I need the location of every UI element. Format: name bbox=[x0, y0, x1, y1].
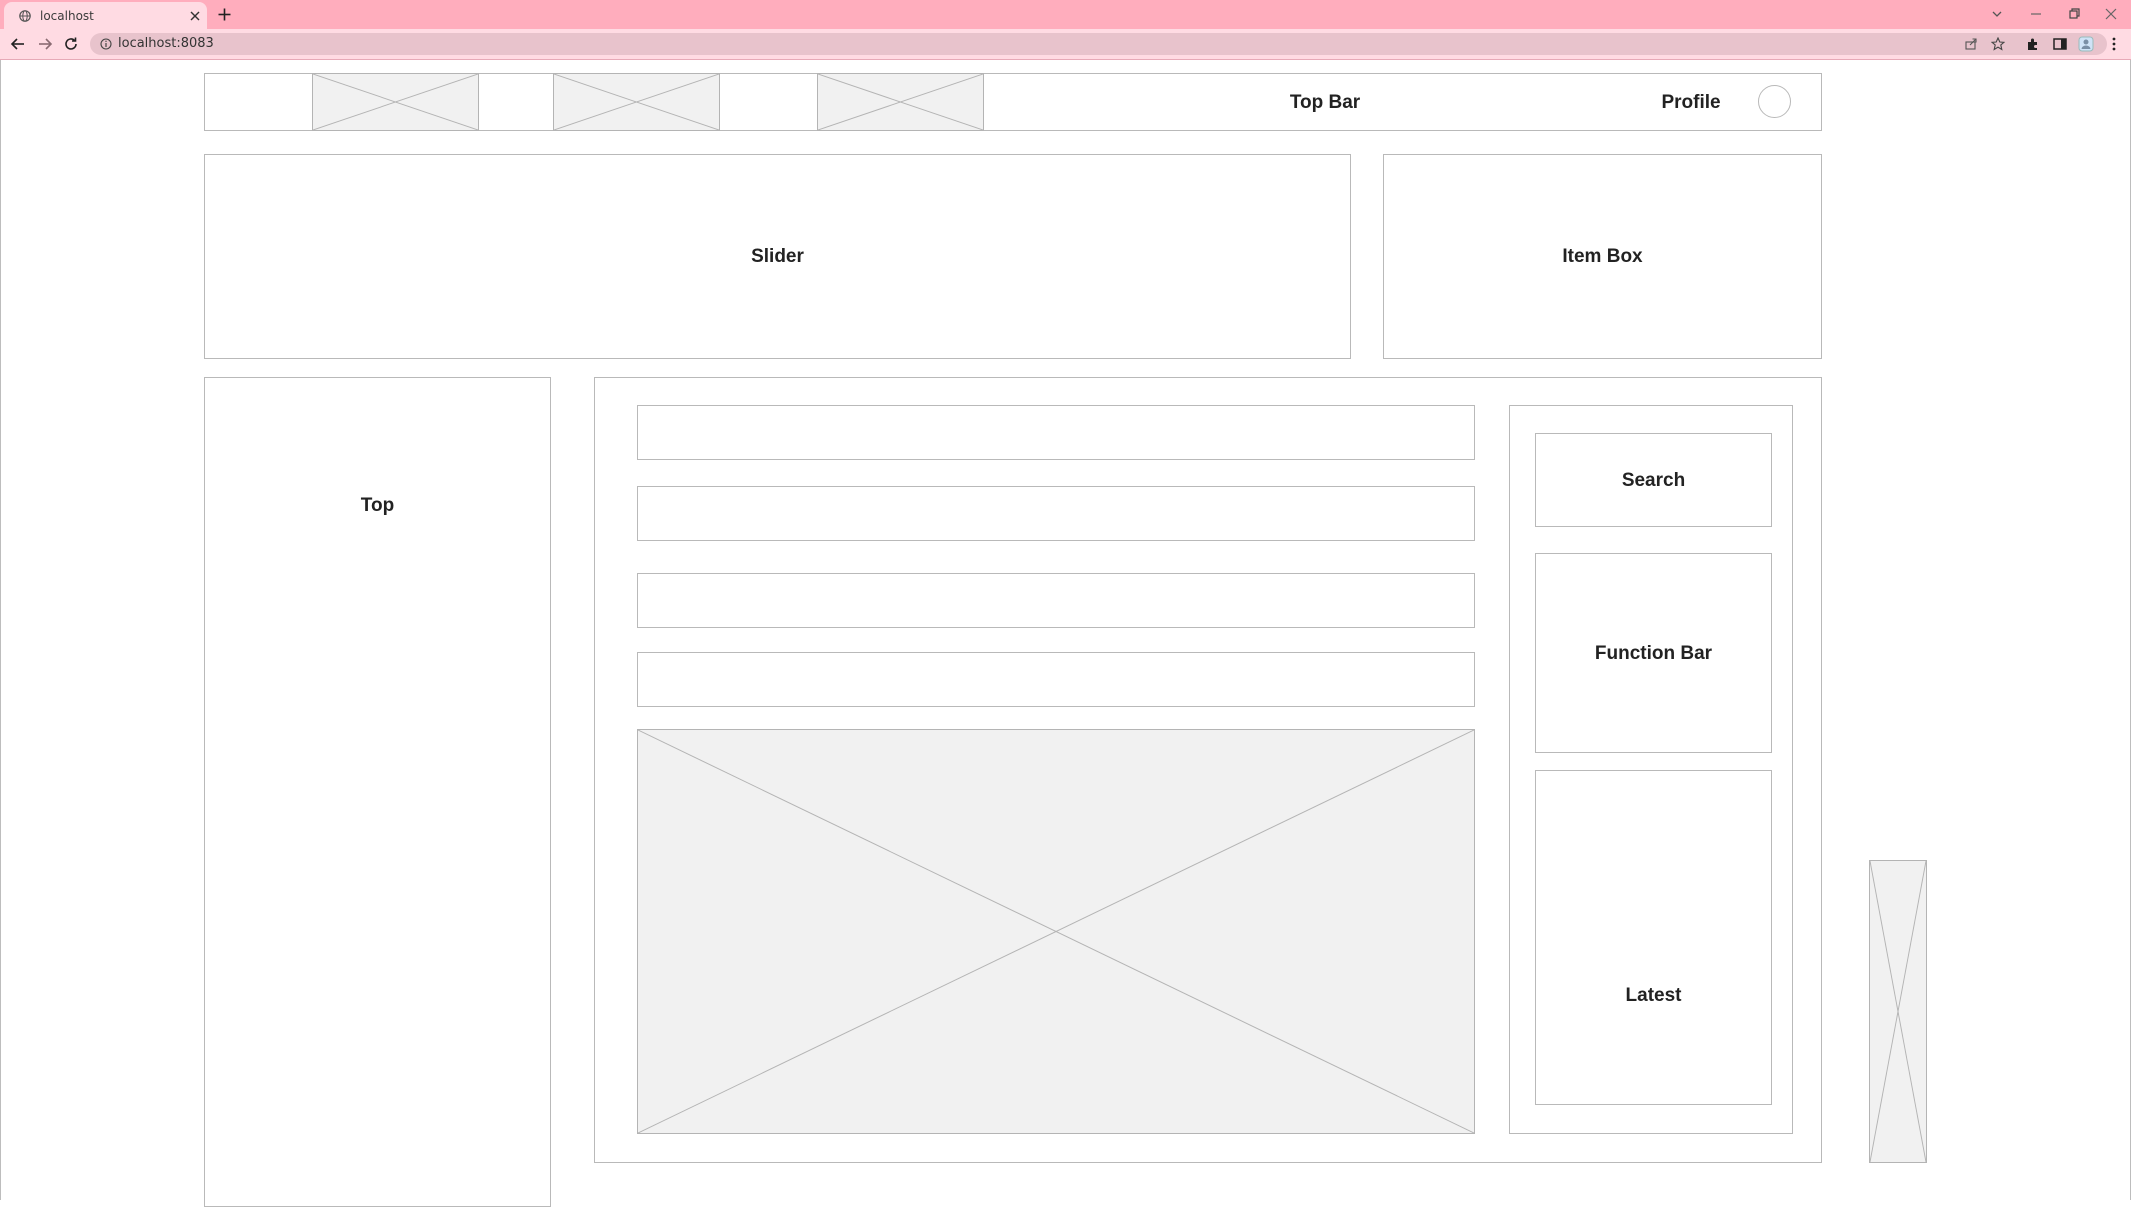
image-placeholder-icon bbox=[1870, 861, 1926, 1162]
menu-icon[interactable] bbox=[2106, 36, 2122, 52]
search-box[interactable]: Search bbox=[1535, 433, 1772, 527]
slider[interactable]: Slider bbox=[204, 154, 1351, 359]
left-column: Top bbox=[204, 377, 551, 1207]
content-row[interactable] bbox=[637, 573, 1475, 628]
window-close-icon[interactable] bbox=[2104, 7, 2118, 21]
image-placeholder-icon bbox=[313, 74, 478, 130]
profile-label[interactable]: Profile bbox=[1631, 92, 1751, 114]
tab-search-icon[interactable] bbox=[1990, 7, 2004, 21]
plus-icon[interactable] bbox=[218, 8, 231, 21]
browser-toolbar: localhost:8083 bbox=[0, 29, 2131, 60]
profile-avatar[interactable] bbox=[1758, 85, 1791, 118]
tab-strip: localhost bbox=[0, 0, 2131, 29]
function-bar-label: Function Bar bbox=[1594, 643, 1713, 664]
nav-image-placeholder[interactable] bbox=[817, 73, 984, 131]
nav-image-placeholder[interactable] bbox=[312, 73, 479, 131]
url-text: localhost:8083 bbox=[118, 36, 214, 51]
item-box-label: Item Box bbox=[1562, 246, 1643, 267]
globe-icon bbox=[19, 10, 31, 22]
main-image-placeholder[interactable] bbox=[637, 729, 1475, 1134]
star-icon[interactable] bbox=[1991, 37, 2005, 51]
image-placeholder-icon bbox=[554, 74, 719, 130]
search-label: Search bbox=[1621, 470, 1686, 491]
left-column-label: Top bbox=[360, 495, 395, 516]
reload-icon[interactable] bbox=[63, 36, 79, 52]
back-icon[interactable] bbox=[10, 36, 26, 52]
content-row[interactable] bbox=[637, 652, 1475, 707]
side-image-placeholder[interactable] bbox=[1869, 860, 1927, 1163]
image-placeholder-icon bbox=[638, 730, 1474, 1133]
minimize-icon[interactable] bbox=[2029, 7, 2043, 21]
top-bar-label: Top Bar bbox=[1289, 92, 1361, 113]
image-placeholder-icon bbox=[818, 74, 983, 130]
latest-label: Latest bbox=[1625, 985, 1682, 1006]
content-row[interactable] bbox=[637, 405, 1475, 460]
function-bar[interactable]: Function Bar bbox=[1535, 553, 1772, 753]
item-box[interactable]: Item Box bbox=[1383, 154, 1822, 359]
browser-tab[interactable]: localhost bbox=[4, 2, 207, 29]
extensions-icon[interactable] bbox=[2025, 36, 2041, 52]
info-icon[interactable] bbox=[100, 38, 112, 50]
latest-box[interactable]: Latest bbox=[1535, 770, 1772, 1105]
sidepanel-icon[interactable] bbox=[2052, 36, 2068, 52]
content-row[interactable] bbox=[637, 486, 1475, 541]
close-icon[interactable] bbox=[190, 11, 200, 21]
share-icon[interactable] bbox=[1964, 37, 1978, 51]
forward-icon[interactable] bbox=[37, 36, 53, 52]
address-bar[interactable]: localhost:8083 bbox=[90, 33, 2107, 55]
tab-title: localhost bbox=[40, 9, 94, 23]
maximize-icon[interactable] bbox=[2067, 7, 2081, 21]
profile-icon[interactable] bbox=[2078, 36, 2094, 52]
slider-label: Slider bbox=[751, 246, 804, 267]
nav-image-placeholder[interactable] bbox=[553, 73, 720, 131]
